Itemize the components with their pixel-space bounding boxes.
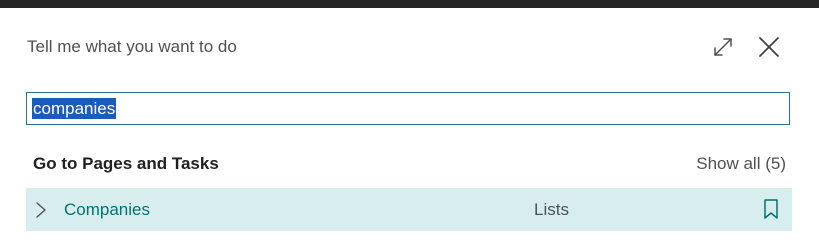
result-name[interactable]: Companies [64, 199, 150, 221]
close-icon [759, 37, 779, 57]
top-bar-strip [0, 0, 819, 8]
close-button[interactable] [755, 33, 783, 61]
bookmark-button[interactable] [761, 197, 781, 221]
expand-button[interactable] [709, 33, 737, 61]
section-heading: Go to Pages and Tasks [33, 154, 219, 173]
result-row-companies[interactable]: Companies Lists [26, 188, 792, 231]
chevron-right-icon[interactable] [34, 200, 48, 220]
expand-icon [714, 38, 732, 56]
bookmark-icon [764, 199, 778, 219]
search-input[interactable]: companies [26, 92, 790, 125]
show-all-link[interactable]: Show all (5) [696, 153, 786, 175]
search-input-value: companies [32, 98, 117, 119]
dialog-title: Tell me what you want to do [27, 37, 237, 56]
result-category: Lists [534, 200, 569, 219]
